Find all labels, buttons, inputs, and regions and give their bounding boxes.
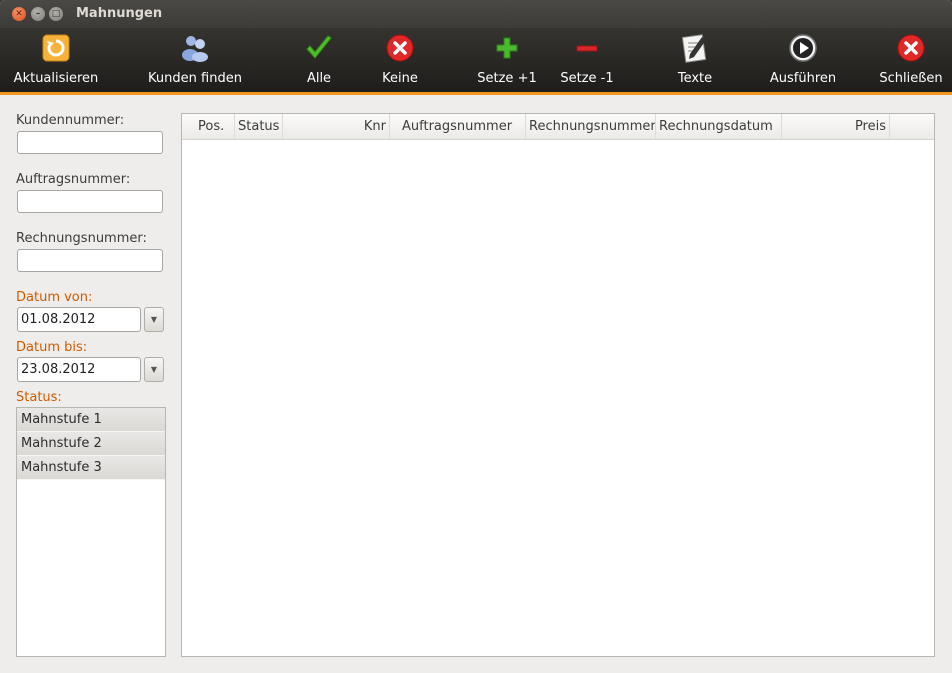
select-all-button-label: Alle	[306, 71, 332, 86]
status-label: Status:	[16, 390, 62, 405]
date-to-label: Datum bis:	[16, 340, 88, 355]
find-customers-button-label: Kunden finden	[148, 71, 242, 86]
invoice-number-label: Rechnungsnummer:	[16, 231, 147, 246]
window-title: Mahnungen	[76, 6, 163, 21]
select-none-button-label: Keine	[382, 71, 418, 86]
chevron-down-icon: ▼	[150, 365, 158, 374]
increase-level-button-label: Setze +1	[477, 71, 537, 86]
column-header-invoice-date[interactable]: Rechnungsdatum	[656, 114, 782, 139]
users-icon	[182, 36, 208, 62]
chevron-down-icon: ▼	[150, 315, 158, 324]
status-item-2[interactable]: Mahnstufe 2	[17, 432, 165, 456]
status-list: Mahnstufe 1 Mahnstufe 2 Mahnstufe 3	[16, 407, 166, 657]
plus-icon	[496, 37, 518, 59]
status-item-3[interactable]: Mahnstufe 3	[17, 456, 165, 480]
order-number-label: Auftragsnummer:	[16, 172, 131, 187]
find-customers-button[interactable]: Kunden finden	[140, 28, 250, 92]
customer-number-label: Kundennummer:	[16, 113, 125, 128]
refresh-button[interactable]: Aktualisieren	[0, 28, 112, 92]
column-header-invoice-number[interactable]: Rechnungsnummer	[526, 114, 656, 139]
select-all-button[interactable]: Alle	[290, 28, 348, 92]
column-header-order-number[interactable]: Auftragsnummer	[399, 114, 526, 139]
toolbar-accent-line	[0, 92, 952, 95]
window-close-button[interactable]: ✕	[12, 7, 26, 21]
close-icon	[897, 34, 925, 62]
date-to-input[interactable]: 23.08.2012	[17, 357, 141, 382]
texts-button[interactable]: Texte	[665, 28, 725, 92]
window-minimize-button[interactable]: –	[31, 7, 45, 21]
window-maximize-button[interactable]: □	[49, 7, 63, 21]
close-button[interactable]: Schließen	[874, 28, 948, 92]
checkmark-icon	[306, 35, 332, 59]
date-from-dropdown-button[interactable]: ▼	[144, 307, 164, 332]
column-header-pos[interactable]: Pos.	[195, 114, 235, 139]
column-header-knr[interactable]: Knr	[283, 114, 390, 139]
order-number-input[interactable]	[17, 190, 163, 213]
execute-button[interactable]: Ausführen	[760, 28, 846, 92]
customer-number-input[interactable]	[17, 131, 163, 154]
column-header-status[interactable]: Status	[235, 114, 283, 139]
column-header-price[interactable]: Preis	[782, 114, 890, 139]
minus-icon	[576, 45, 598, 52]
reminders-table: Pos. Status Knr Auftragsnummer Rechnungs…	[181, 113, 935, 657]
execute-button-label: Ausführen	[769, 71, 837, 86]
table-header: Pos. Status Knr Auftragsnummer Rechnungs…	[182, 114, 934, 140]
refresh-icon	[42, 34, 70, 62]
date-to-dropdown-button[interactable]: ▼	[144, 357, 164, 382]
increase-level-button[interactable]: Setze +1	[470, 28, 544, 92]
decrease-level-button[interactable]: Setze -1	[552, 28, 622, 92]
play-icon	[789, 34, 817, 62]
title-bar: ✕ – □ Mahnungen	[0, 0, 952, 28]
app-window: ✕ – □ Mahnungen Aktualisieren Kunden fin…	[0, 0, 952, 673]
status-item-1[interactable]: Mahnstufe 1	[17, 408, 165, 432]
select-none-button[interactable]: Keine	[370, 28, 430, 92]
refresh-button-label: Aktualisieren	[13, 71, 99, 86]
date-from-input[interactable]: 01.08.2012	[17, 307, 141, 332]
close-button-label: Schließen	[879, 71, 943, 86]
texts-button-label: Texte	[677, 71, 713, 86]
toolbar: Aktualisieren Kunden finden Alle Keine S…	[0, 28, 952, 92]
cancel-icon	[386, 34, 414, 62]
decrease-level-button-label: Setze -1	[560, 71, 614, 86]
edit-document-icon	[681, 34, 707, 63]
date-from-label: Datum von:	[16, 290, 93, 305]
invoice-number-input[interactable]	[17, 249, 163, 272]
